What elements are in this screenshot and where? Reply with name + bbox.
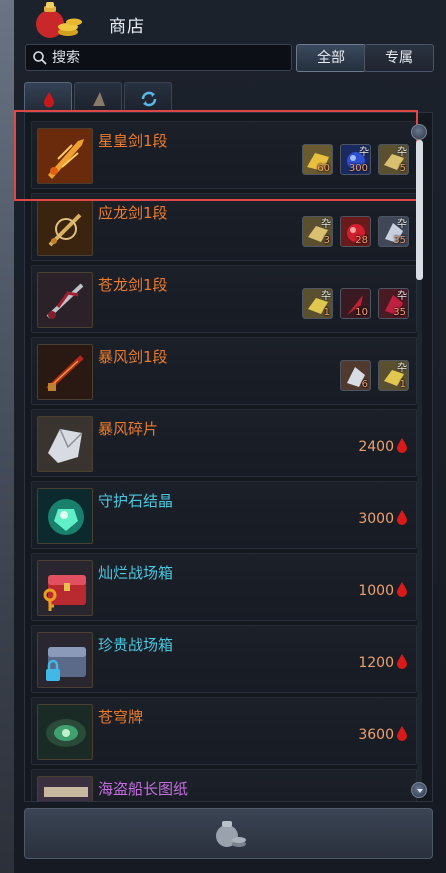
- list-item[interactable]: 珍贵战场箱 1200: [31, 625, 417, 693]
- refresh-icon: [141, 91, 157, 107]
- shop-bag-icon: [30, 2, 88, 40]
- flag-icon: [93, 92, 105, 106]
- red-drop-icon: [44, 92, 54, 108]
- list-item[interactable]: 苍穹牌 3600: [31, 697, 417, 765]
- item-price: 3000: [358, 509, 408, 527]
- list-item[interactable]: 应龙剑1段 卆 3 28 卆 35: [31, 193, 417, 261]
- item-name: 灿烂战场箱: [98, 564, 174, 582]
- red-drop-icon: [397, 654, 407, 669]
- window-title: 商店: [109, 17, 145, 37]
- selected-item-highlight: [14, 110, 418, 201]
- item-name: 守护石结晶: [98, 492, 174, 510]
- money-bag-icon: [216, 821, 246, 847]
- material-slot[interactable]: 卆 35: [378, 288, 409, 319]
- filter-exclusive-button[interactable]: 专属: [364, 44, 434, 72]
- material-slot[interactable]: 卆 3: [302, 216, 333, 247]
- list-item[interactable]: 暴风碎片 2400: [31, 409, 417, 477]
- item-name: 海盗船长图纸: [98, 780, 189, 798]
- item-price: 2400: [358, 437, 408, 455]
- item-price: 3600: [358, 725, 408, 743]
- search-icon: [33, 51, 47, 65]
- sword-icon: [37, 272, 93, 328]
- sword-icon: [37, 200, 93, 256]
- scroll-down-icon[interactable]: [411, 782, 427, 798]
- red-drop-icon: [397, 510, 407, 525]
- exchange-button[interactable]: [24, 808, 433, 859]
- material-slot[interactable]: 10: [340, 288, 371, 319]
- chest-key-icon: [37, 560, 93, 616]
- search-input[interactable]: [52, 47, 287, 68]
- item-name: 苍龙剑1段: [98, 276, 168, 294]
- search-box[interactable]: [25, 44, 292, 71]
- chest-lock-icon: [37, 632, 93, 688]
- item-name: 苍穹牌: [98, 708, 144, 726]
- material-slot[interactable]: 卆 1: [302, 288, 333, 319]
- material-slot[interactable]: 卆 1: [378, 360, 409, 391]
- red-drop-icon: [397, 438, 407, 453]
- scroll-up-icon[interactable]: [411, 124, 427, 140]
- sword-icon: [37, 344, 93, 400]
- item-name: 暴风碎片: [98, 420, 159, 438]
- list-item[interactable]: 灿烂战场箱 1000: [31, 553, 417, 621]
- tab-currency[interactable]: [24, 82, 72, 112]
- item-name: 应龙剑1段: [98, 204, 168, 222]
- tab-flag[interactable]: [74, 82, 122, 112]
- list-item[interactable]: 守护石结晶 3000: [31, 481, 417, 549]
- blueprint-icon: [37, 776, 93, 801]
- list-item[interactable]: 暴风剑1段 6 卆 1: [31, 337, 417, 405]
- red-drop-icon: [397, 726, 407, 741]
- item-price: 1000: [358, 581, 408, 599]
- list-item[interactable]: 海盗船长图纸: [31, 769, 417, 801]
- scroll-thumb[interactable]: [416, 140, 423, 280]
- material-slot[interactable]: 卆 35: [378, 216, 409, 247]
- red-drop-icon: [397, 582, 407, 597]
- header: 商店: [14, 0, 446, 40]
- emblem-icon: [37, 704, 93, 760]
- item-name: 珍贵战场箱: [98, 636, 174, 654]
- storm-shard-icon: [37, 416, 93, 472]
- scrollbar[interactable]: [411, 124, 427, 800]
- material-slot[interactable]: 6: [340, 360, 371, 391]
- item-price: 1200: [358, 653, 408, 671]
- tab-refresh[interactable]: [124, 82, 172, 112]
- material-slot[interactable]: 28: [340, 216, 371, 247]
- item-list[interactable]: 星皇剑1段 60 卆 300 卆 5 应龙剑1段 卆 3 28 卆 35 苍龙剑…: [24, 112, 433, 802]
- filter-all-button[interactable]: 全部: [296, 44, 366, 72]
- list-item[interactable]: 苍龙剑1段 卆 1 10 卆 35: [31, 265, 417, 333]
- crystal-icon: [37, 488, 93, 544]
- item-name: 暴风剑1段: [98, 348, 168, 366]
